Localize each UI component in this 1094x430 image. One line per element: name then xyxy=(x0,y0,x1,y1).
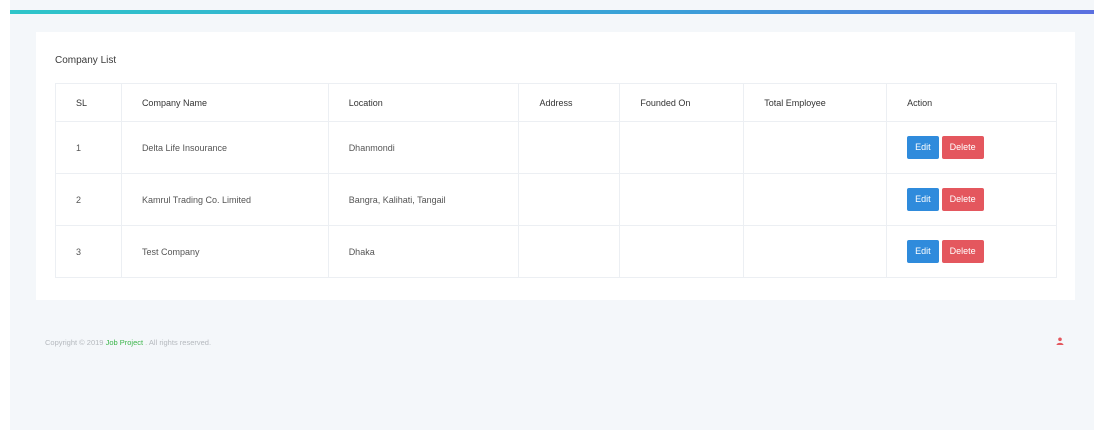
footer-copyright: Copyright © 2019 Job Project . All right… xyxy=(45,338,211,347)
company-list-card: Company List SL Company Name Location Ad… xyxy=(36,32,1075,300)
cell-total-employee xyxy=(743,173,888,226)
table-row: 2 Kamrul Trading Co. Limited Bangra, Kal… xyxy=(55,173,1057,226)
cell-sl: 3 xyxy=(55,225,122,278)
delete-button[interactable]: Delete xyxy=(941,136,984,159)
cell-company-name: Test Company xyxy=(120,225,329,278)
edit-button[interactable]: Edit xyxy=(907,188,939,211)
column-header-founded-on: Founded On xyxy=(619,83,745,122)
cell-location: Bangra, Kalihati, Tangail xyxy=(327,173,520,226)
column-header-address: Address xyxy=(518,83,621,122)
column-header-sl: SL xyxy=(55,83,122,122)
top-accent-bar xyxy=(10,10,1094,14)
edit-button[interactable]: Edit xyxy=(907,240,939,263)
cell-company-name: Kamrul Trading Co. Limited xyxy=(120,173,329,226)
copyright-prefix: Copyright © 2019 xyxy=(45,338,106,347)
column-header-location: Location xyxy=(327,83,520,122)
delete-button[interactable]: Delete xyxy=(941,240,984,263)
cell-total-employee xyxy=(743,225,888,278)
cell-location: Dhaka xyxy=(327,225,520,278)
card-title: Company List xyxy=(55,55,117,66)
delete-button[interactable]: Delete xyxy=(941,188,984,211)
cell-address xyxy=(518,121,621,174)
edit-button[interactable]: Edit xyxy=(907,136,939,159)
column-header-total-employee: Total Employee xyxy=(743,83,888,122)
cell-founded-on xyxy=(619,121,745,174)
cell-founded-on xyxy=(619,173,745,226)
table-header-row: SL Company Name Location Address Founded… xyxy=(55,83,1057,122)
copyright-suffix: . All rights reserved. xyxy=(143,338,212,347)
cell-total-employee xyxy=(743,121,888,174)
cell-action: Edit Delete xyxy=(886,225,1057,278)
column-header-company-name: Company Name xyxy=(120,83,329,122)
company-table: SL Company Name Location Address Founded… xyxy=(55,83,1057,278)
table-row: 1 Delta Life Insourance Dhanmondi Edit De… xyxy=(55,121,1057,174)
cell-address xyxy=(518,173,621,226)
left-edge xyxy=(0,0,10,430)
user-icon[interactable] xyxy=(1056,337,1064,345)
cell-sl: 1 xyxy=(55,121,122,174)
cell-company-name: Delta Life Insourance xyxy=(120,121,329,174)
cell-action: Edit Delete xyxy=(886,121,1057,174)
cell-action: Edit Delete xyxy=(886,173,1057,226)
page: Company List SL Company Name Location Ad… xyxy=(0,0,1094,430)
cell-location: Dhanmondi xyxy=(327,121,520,174)
table-row: 3 Test Company Dhaka Edit Delete xyxy=(55,225,1057,278)
cell-founded-on xyxy=(619,225,745,278)
cell-sl: 2 xyxy=(55,173,122,226)
footer-link-job-project[interactable]: Job Project xyxy=(106,338,144,347)
column-header-action: Action xyxy=(886,83,1057,122)
cell-address xyxy=(518,225,621,278)
